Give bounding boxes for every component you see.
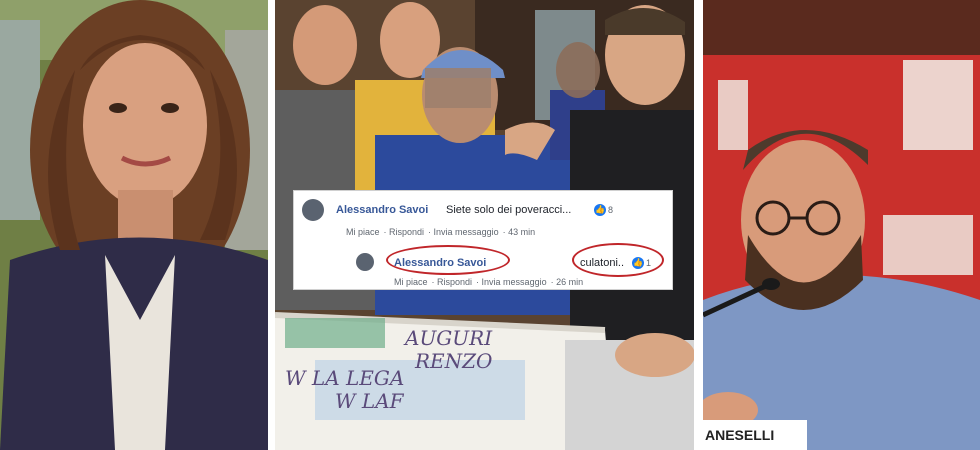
reply-link[interactable]: Rispondi bbox=[437, 277, 472, 287]
comment-actions: Mi piace · Rispondi · Invia messaggio · 26 … bbox=[394, 277, 584, 287]
like-link[interactable]: Mi piace bbox=[346, 227, 380, 237]
cake-line-2: RENZO bbox=[414, 349, 492, 373]
highlight-oval-text bbox=[572, 243, 664, 277]
thumbs-up-icon: 👍 bbox=[594, 204, 606, 216]
like-count: 👍 8 bbox=[594, 204, 614, 216]
cake-line-4: W LAF bbox=[335, 389, 405, 413]
message-link[interactable]: Invia messaggio bbox=[434, 227, 499, 237]
message-link[interactable]: Invia messaggio bbox=[482, 277, 547, 287]
timestamp: 26 min bbox=[556, 277, 584, 287]
like-link[interactable]: Mi piace bbox=[394, 277, 428, 287]
comment-text: Siete solo dei poveracci... bbox=[446, 204, 572, 216]
cake-line-1: AUGURI bbox=[403, 326, 493, 350]
facebook-comment-box: Alessandro Savoi Siete solo dei poveracc… bbox=[293, 190, 673, 290]
highlight-oval-author bbox=[386, 245, 510, 275]
timestamp: 43 min bbox=[508, 227, 536, 237]
woman-illustration bbox=[0, 0, 268, 450]
cake-line-3: W LA LEGA bbox=[285, 366, 404, 390]
avatar bbox=[302, 199, 324, 221]
photo-left bbox=[0, 0, 268, 450]
comment-author[interactable]: Alessandro Savoi bbox=[336, 204, 428, 216]
comment-actions: Mi piace · Rispondi · Invia messaggio · 43 … bbox=[346, 227, 536, 237]
reply-link[interactable]: Rispondi bbox=[389, 227, 424, 237]
avatar bbox=[356, 253, 374, 271]
speaker-illustration bbox=[703, 0, 980, 450]
nameplate: ANESELLI bbox=[703, 420, 807, 450]
photo-right bbox=[703, 0, 980, 450]
